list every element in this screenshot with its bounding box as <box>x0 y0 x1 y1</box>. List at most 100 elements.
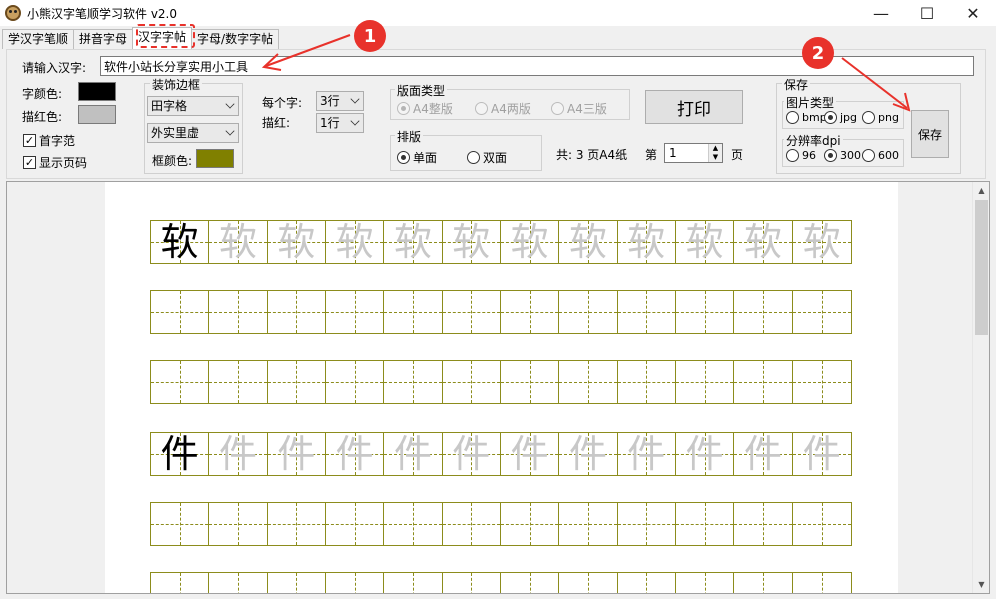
tab-letter-number-copybook[interactable]: 字母/数字字帖 <box>191 29 280 49</box>
grid-cell <box>267 291 326 333</box>
total-pages-text: 共: 3 页A4纸 <box>556 148 628 162</box>
tab-stroke-order[interactable]: 学汉字笔顺 <box>2 29 75 49</box>
grid-cell <box>792 361 852 403</box>
radio-icon <box>824 111 837 124</box>
dpi-96-radio[interactable]: 96 <box>786 149 816 162</box>
image-type-bmp-radio[interactable]: bmp <box>786 111 827 124</box>
grid-cell <box>500 291 560 333</box>
grid-cell <box>442 291 501 333</box>
dpi-300-radio[interactable]: 300 <box>824 149 861 162</box>
grid-cell: 软 <box>209 220 268 264</box>
trace-char: 软 <box>743 220 782 264</box>
grid-cell <box>326 573 385 593</box>
grid-cell <box>792 503 852 545</box>
trace-rows-select[interactable]: 1行 <box>316 113 364 133</box>
single-side-radio[interactable]: 单面 <box>397 149 437 166</box>
trace-char: 软 <box>510 220 549 264</box>
grid-cell <box>500 361 560 403</box>
page-suffix-label: 页 <box>731 148 744 162</box>
page-number-spinner[interactable]: 1 ▲ ▼ <box>664 143 723 163</box>
scroll-down-icon[interactable]: ▼ <box>973 576 989 593</box>
chevron-down-icon[interactable]: ▼ <box>709 153 722 162</box>
close-button[interactable]: ✕ <box>950 0 996 26</box>
copybook-row <box>150 290 852 334</box>
double-side-label: 双面 <box>483 151 508 165</box>
dpi-600-radio[interactable]: 600 <box>862 149 899 162</box>
trace-char: 软 <box>452 220 491 264</box>
grid-cell: 件 <box>675 432 735 476</box>
grid-cell: 软 <box>267 221 326 263</box>
grid-cell <box>618 573 676 593</box>
grid-cell <box>443 573 501 593</box>
grid-cell: 件 <box>617 433 676 475</box>
trace-char: 件 <box>218 432 257 476</box>
grid-cell: 软 <box>151 221 210 263</box>
grid-cell: 件 <box>734 433 793 475</box>
page-type-a4-three-label: A4三版 <box>567 102 607 116</box>
chevron-up-icon[interactable]: ▲ <box>709 144 722 153</box>
trace-char: 软 <box>218 220 257 264</box>
trace-char: 件 <box>568 432 607 476</box>
grid-cell <box>734 573 793 593</box>
first-char-model-checkbox[interactable]: ✓ 首字范 <box>23 132 75 149</box>
font-color-swatch[interactable] <box>78 82 116 101</box>
print-button[interactable]: 打印 <box>645 90 743 124</box>
grid-cell <box>267 361 326 403</box>
trace-char: 件 <box>685 432 724 476</box>
annotation-tab-highlight <box>136 24 195 48</box>
page-type-a4-two-radio[interactable]: A4两版 <box>475 100 531 117</box>
trace-color-swatch[interactable] <box>78 105 116 124</box>
image-type-jpg-radio[interactable]: jpg <box>824 111 857 124</box>
copybook-row: 件件件件件件件件件件件件 <box>150 432 852 476</box>
trace-char: 件 <box>452 432 491 476</box>
annotation-marker-2: 2 <box>802 37 834 69</box>
frame-color-swatch[interactable] <box>196 149 234 168</box>
radio-icon <box>475 102 488 115</box>
grid-cell <box>675 503 735 545</box>
page-number-value: 1 <box>669 146 677 160</box>
grid-cell <box>325 291 385 333</box>
annotation-marker-1: 1 <box>354 20 386 52</box>
grid-cell <box>500 503 560 545</box>
grid-cell <box>151 361 210 403</box>
scroll-thumb[interactable] <box>975 200 988 335</box>
per-char-rows-select[interactable]: 3行 <box>316 91 364 111</box>
minimize-button[interactable]: — <box>858 0 904 26</box>
grid-cell <box>676 573 735 593</box>
grid-cell: 软 <box>734 220 793 264</box>
grid-cell <box>209 503 268 545</box>
chinese-text-input[interactable] <box>100 56 974 76</box>
trace-char: 软 <box>393 220 432 264</box>
show-page-number-checkbox[interactable]: ✓ 显示页码 <box>23 154 87 171</box>
dpi-600-label: 600 <box>878 149 899 162</box>
copybook-preview[interactable]: 软软软软软软软软软软软软件件件件件件件件件件件件 ▲ ▼ <box>6 181 990 594</box>
grid-cell <box>268 573 326 593</box>
image-type-png-radio[interactable]: png <box>862 111 899 124</box>
copybook-row <box>150 572 852 593</box>
double-side-radio[interactable]: 双面 <box>467 149 507 166</box>
grid-cell: 件 <box>559 432 618 476</box>
page-type-a4-three-radio[interactable]: A4三版 <box>551 100 607 117</box>
grid-cell <box>559 291 618 333</box>
tab-pinyin[interactable]: 拼音字母 <box>73 29 134 49</box>
save-button[interactable]: 保存 <box>911 110 949 158</box>
scroll-up-icon[interactable]: ▲ <box>973 182 989 199</box>
grid-cell: 软 <box>792 221 852 263</box>
grid-cell: 件 <box>267 433 326 475</box>
trace-char: 软 <box>685 220 724 264</box>
radio-icon <box>786 149 799 162</box>
grid-cell <box>734 291 793 333</box>
grid-cell <box>209 573 268 593</box>
vertical-scrollbar[interactable]: ▲ ▼ <box>972 182 989 593</box>
grid-type-select[interactable]: 田字格 <box>147 96 239 116</box>
grid-cell: 件 <box>792 433 852 475</box>
line-style-select[interactable]: 外实里虚 <box>147 123 239 143</box>
grid-cell <box>151 503 210 545</box>
grid-cell <box>559 361 618 403</box>
chevron-down-icon <box>225 99 235 109</box>
spinner-arrows[interactable]: ▲ ▼ <box>708 144 722 162</box>
radio-icon <box>786 111 799 124</box>
trace-rows-value: 1行 <box>320 116 340 130</box>
maximize-button[interactable]: ☐ <box>904 0 950 26</box>
page-type-a4-full-radio[interactable]: A4整版 <box>397 100 453 117</box>
